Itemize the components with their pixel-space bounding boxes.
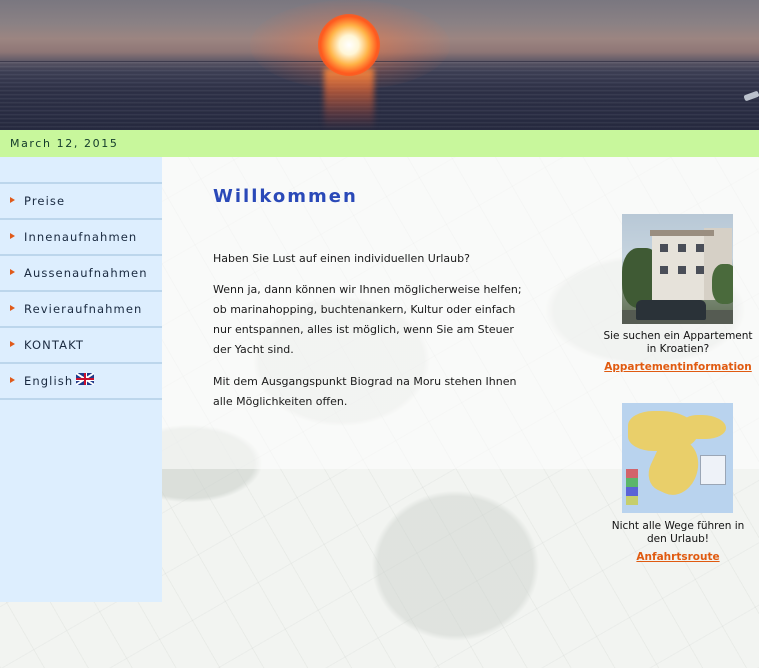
apartment-photo[interactable] bbox=[622, 214, 733, 324]
sun-reflection bbox=[324, 68, 374, 130]
arrow-right-icon bbox=[10, 377, 15, 383]
sidebar-item-label: KONTAKT bbox=[24, 338, 84, 352]
map-land bbox=[682, 415, 726, 439]
main-heading-area: Willkommen bbox=[213, 186, 533, 207]
arrow-right-icon bbox=[10, 341, 15, 347]
croatia-map-image[interactable] bbox=[622, 403, 733, 513]
apartment-caption: Sie suchen ein Appartement in Kroatien? bbox=[603, 330, 753, 355]
window-shape bbox=[660, 244, 668, 252]
uk-flag-icon bbox=[76, 373, 94, 385]
sidebar-item-english[interactable]: English bbox=[0, 364, 162, 400]
window-shape bbox=[678, 244, 686, 252]
location-paragraph: Mit dem Ausgangspunkt Biograd na Moru st… bbox=[213, 375, 517, 408]
apartment-info-link[interactable]: Appartementinformation bbox=[604, 361, 752, 373]
sidebar-item-kontakt[interactable]: KONTAKT bbox=[0, 328, 162, 364]
window-shape bbox=[678, 266, 686, 274]
sidebar-item-label: Innenaufnahmen bbox=[24, 230, 138, 244]
arrow-right-icon bbox=[10, 305, 15, 311]
arrow-right-icon bbox=[10, 233, 15, 239]
arrow-right-icon bbox=[10, 269, 15, 275]
sea-waves bbox=[0, 62, 759, 130]
arrow-right-icon bbox=[10, 197, 15, 203]
sidebar: Preise Innenaufnahmen Aussenaufnahmen Re… bbox=[0, 157, 162, 602]
sidebar-item-label: English bbox=[24, 374, 74, 388]
apartment-promo: Sie suchen ein Appartement in Kroatien? … bbox=[603, 330, 753, 374]
route-caption: Nicht alle Wege führen in den Urlaub! bbox=[611, 520, 745, 545]
sidebar-item-preise[interactable]: Preise bbox=[0, 184, 162, 220]
sidebar-item-label: Preise bbox=[24, 194, 66, 208]
window-shape bbox=[696, 266, 704, 274]
roof-shape bbox=[650, 230, 714, 236]
current-date: March 12, 2015 bbox=[10, 137, 119, 150]
sidebar-nav: Preise Innenaufnahmen Aussenaufnahmen Re… bbox=[0, 182, 162, 400]
map-inset bbox=[700, 455, 726, 485]
date-bar: March 12, 2015 bbox=[0, 130, 759, 158]
sidebar-item-revieraufnahmen[interactable]: Revieraufnahmen bbox=[0, 292, 162, 328]
sun-icon bbox=[318, 14, 380, 76]
sidebar-item-aussenaufnahmen[interactable]: Aussenaufnahmen bbox=[0, 256, 162, 292]
car-shape bbox=[636, 300, 706, 320]
window-shape bbox=[660, 266, 668, 274]
window-shape bbox=[696, 244, 704, 252]
sidebar-item-label: Aussenaufnahmen bbox=[24, 266, 148, 280]
map-legend bbox=[626, 469, 638, 505]
sidebar-item-innenaufnahmen[interactable]: Innenaufnahmen bbox=[0, 220, 162, 256]
intro-paragraph: Wenn ja, dann können wir Ihnen möglicher… bbox=[213, 283, 522, 356]
header-banner-image bbox=[0, 0, 759, 130]
tree-shape bbox=[712, 264, 733, 304]
page-title: Willkommen bbox=[213, 186, 358, 207]
route-link[interactable]: Anfahrtsroute bbox=[636, 551, 719, 563]
intro-question: Haben Sie Lust auf einen individuellen U… bbox=[213, 252, 470, 265]
route-promo: Nicht alle Wege führen in den Urlaub! An… bbox=[603, 520, 753, 564]
sidebar-item-label: Revieraufnahmen bbox=[24, 302, 143, 316]
